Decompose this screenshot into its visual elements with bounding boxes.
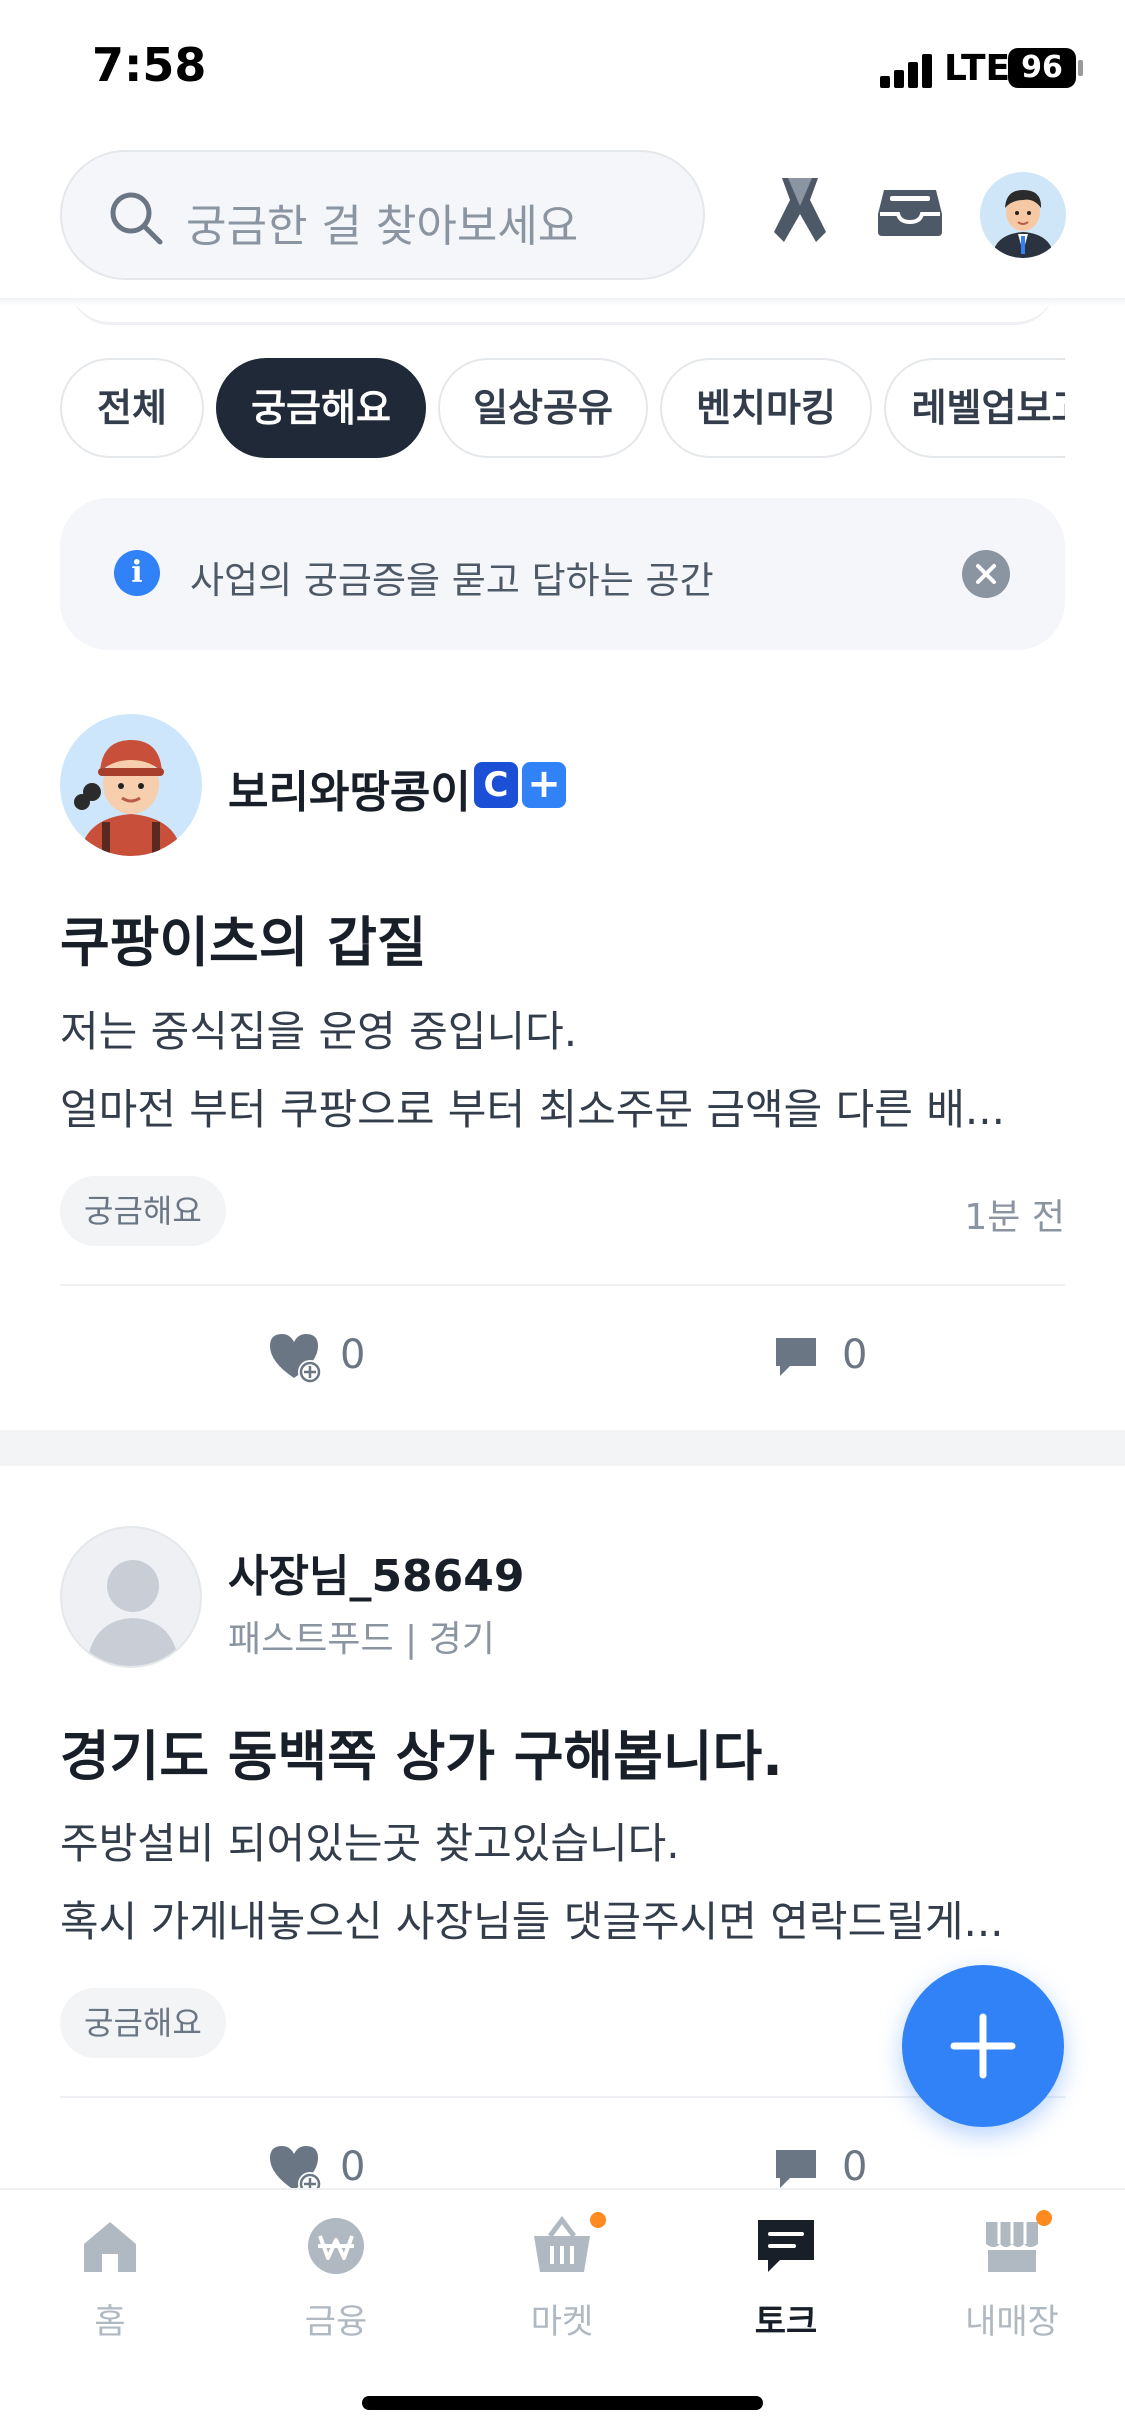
network-label: LTE bbox=[944, 48, 1011, 89]
post-body-line[interactable]: 주방설비 되어있는곳 찾고있습니다. bbox=[60, 1810, 1065, 1871]
post-tag[interactable]: 궁금해요 bbox=[60, 1988, 226, 2058]
market-notification-dot bbox=[590, 2212, 606, 2228]
notice-text: 사업의 궁금증을 묻고 답하는 공간 bbox=[190, 559, 714, 602]
search-icon bbox=[110, 192, 163, 245]
chat-icon bbox=[758, 2220, 814, 2272]
won-icon bbox=[308, 2218, 364, 2274]
comment-count: 0 bbox=[842, 1332, 868, 1378]
chip-levelup[interactable]: 레벨업보고 bbox=[884, 358, 1065, 458]
post-body-line[interactable]: 얼마전 부터 쿠팡으로 부터 최소주문 금액을 다른 배... bbox=[60, 1076, 1065, 1137]
post-body-line[interactable]: 혹시 가게내놓으신 사장님들 댓글주시면 연락드릴게... bbox=[60, 1888, 1065, 1949]
nav-label: 내매장 bbox=[965, 2302, 1059, 2342]
info-icon: i bbox=[114, 550, 160, 596]
heart-plus-icon bbox=[270, 1334, 322, 1384]
author-name[interactable]: 사장님_58649 bbox=[228, 1540, 525, 1604]
ribbon-icon[interactable] bbox=[760, 170, 840, 250]
battery-tip bbox=[1078, 60, 1083, 76]
nav-my-store[interactable]: 내매장 bbox=[932, 2210, 1092, 2364]
author-meta: 패스트푸드 | 경기 bbox=[228, 1619, 495, 1660]
post-body-line[interactable]: 저는 중식집을 운영 중입니다. bbox=[60, 998, 1065, 1059]
nav-home[interactable]: 홈 bbox=[30, 2214, 190, 2364]
profile-avatar[interactable] bbox=[980, 172, 1066, 258]
status-bar: 7:58 LTE 96 bbox=[0, 0, 1125, 140]
comment-button[interactable]: 0 bbox=[772, 1328, 892, 1388]
store-notification-dot bbox=[1036, 2210, 1052, 2226]
signal-icon bbox=[880, 52, 936, 88]
post-tag[interactable]: 궁금해요 bbox=[60, 1176, 226, 1246]
search-input[interactable]: 궁금한 걸 찾아보세요 bbox=[60, 150, 705, 280]
section-gap bbox=[0, 1430, 1125, 1466]
like-button[interactable]: 0 bbox=[266, 1328, 386, 1388]
inbox-icon[interactable] bbox=[870, 170, 950, 250]
home-icon bbox=[84, 2222, 136, 2272]
comment-icon bbox=[776, 1338, 816, 1376]
battery-icon: 96 bbox=[1008, 48, 1076, 88]
chip-all[interactable]: 전체 bbox=[60, 358, 204, 458]
like-count: 0 bbox=[340, 1332, 366, 1378]
post-divider bbox=[60, 1284, 1065, 1286]
post-title[interactable]: 경기도 동백쪽 상가 구해봅니다. bbox=[60, 1712, 783, 1791]
comment-icon bbox=[776, 2150, 816, 2188]
comment-count: 0 bbox=[842, 2144, 868, 2190]
nav-market[interactable]: 마켓 bbox=[482, 2212, 642, 2364]
nav-finance[interactable]: 금융 bbox=[256, 2214, 416, 2364]
nav-label: 홈 bbox=[94, 2302, 126, 2342]
nav-talk[interactable]: 토크 bbox=[706, 2214, 866, 2364]
chip-questions[interactable]: 궁금해요 bbox=[216, 358, 426, 458]
chip-daily[interactable]: 일상공유 bbox=[438, 358, 648, 458]
nav-label: 마켓 bbox=[530, 2302, 594, 2342]
ceo-badge: C bbox=[474, 762, 518, 808]
header-divider bbox=[0, 298, 1125, 306]
basket-icon bbox=[534, 2215, 590, 2272]
home-indicator bbox=[362, 2396, 763, 2410]
category-chips: 전체 궁금해요 일상공유 벤치마킹 레벨업보고 bbox=[60, 358, 1065, 460]
store-icon bbox=[986, 2222, 1038, 2272]
chip-benchmarking[interactable]: 벤치마킹 bbox=[660, 358, 872, 458]
nav-label: 토크 bbox=[754, 2302, 818, 2342]
notice-banner: i 사업의 궁금증을 묻고 답하는 공간 bbox=[60, 498, 1065, 650]
post-time: 1분 전 bbox=[964, 1197, 1065, 1238]
search-placeholder: 궁금한 걸 찾아보세요 bbox=[186, 201, 579, 252]
author-avatar[interactable] bbox=[60, 714, 202, 856]
status-time: 7:58 bbox=[92, 38, 207, 92]
plus-icon bbox=[950, 2013, 1016, 2079]
post-title[interactable]: 쿠팡이츠의 갑질 bbox=[60, 898, 427, 977]
close-icon[interactable] bbox=[962, 550, 1010, 598]
write-post-button[interactable] bbox=[902, 1965, 1064, 2127]
nav-label: 금융 bbox=[304, 2302, 368, 2342]
plus-badge: + bbox=[522, 762, 566, 808]
author-avatar[interactable] bbox=[60, 1526, 202, 1668]
like-count: 0 bbox=[340, 2144, 366, 2190]
author-name[interactable]: 보리와땅콩이 bbox=[228, 756, 471, 820]
